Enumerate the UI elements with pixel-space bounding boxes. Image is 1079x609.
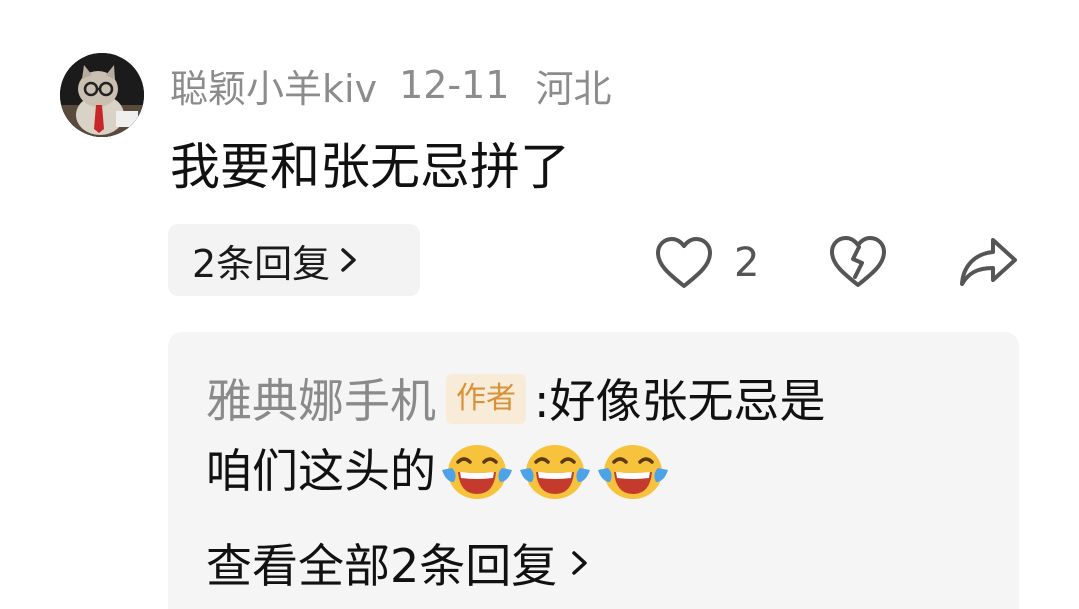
broken-heart-icon[interactable] [829, 235, 887, 289]
reply-text-line-2: 咱们这头的 [206, 444, 436, 498]
cat-avatar-icon [60, 53, 144, 137]
reply-preview-box[interactable]: 雅典娜手机 作者:好像张无忌是 咱们这头的 查看全部2条回复 [168, 332, 1019, 609]
comment-meta: 聪颖小羊kiv 12-11 河北 [170, 58, 612, 113]
view-all-replies-link[interactable]: 查看全部2条回复 [206, 528, 591, 598]
laughing-crying-emoji-icon [598, 444, 668, 499]
reply-preview-line-1: 雅典娜手机 作者:好像张无忌是 [206, 366, 826, 436]
replies-button-label: 2条回复 [192, 241, 331, 286]
laughing-crying-emoji-icon [442, 444, 512, 499]
like-count: 2 [734, 240, 760, 286]
comment-location: 河北 [535, 66, 612, 111]
reply-text-line-1: 好像张无忌是 [549, 374, 826, 428]
chevron-right-icon [572, 551, 588, 575]
reply-separator: : [534, 374, 550, 428]
comment-username[interactable]: 聪颖小羊kiv [170, 58, 377, 113]
comment-card: 聪颖小羊kiv 12-11 河北 我要和张无忌拼了 2条回复 2 雅典娜手机 作者… [0, 0, 1079, 609]
author-badge: 作者 [446, 373, 526, 424]
user-avatar[interactable] [60, 53, 144, 137]
chevron-right-icon [341, 248, 356, 272]
laughing-crying-emoji-icon [520, 444, 590, 499]
replies-button[interactable]: 2条回复 [168, 224, 420, 296]
reply-preview-line-2: 咱们这头的 [206, 436, 670, 508]
reply-username[interactable]: 雅典娜手机 [206, 374, 436, 428]
heart-icon[interactable] [655, 236, 713, 290]
comment-date: 12-11 [399, 63, 510, 107]
view-all-replies-label: 查看全部2条回复 [206, 539, 558, 593]
comment-text: 我要和张无忌拼了 [170, 138, 570, 196]
share-arrow-icon[interactable] [957, 234, 1019, 290]
